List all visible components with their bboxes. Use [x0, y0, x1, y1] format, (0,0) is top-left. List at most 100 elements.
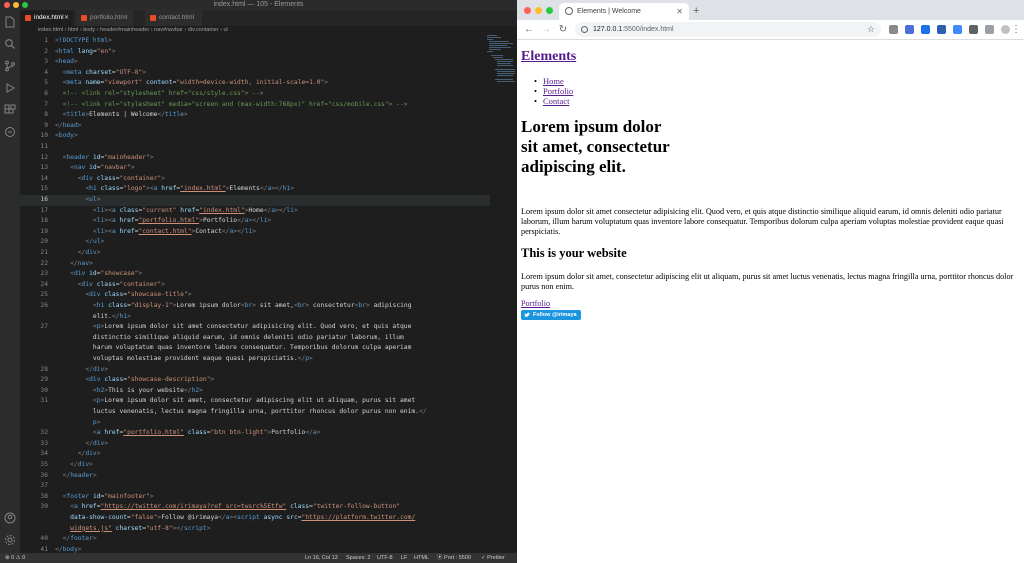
settings-gear-icon[interactable]	[4, 534, 16, 546]
code-line[interactable]: 21 </div>	[20, 248, 490, 259]
code-line[interactable]: 20 </ul>	[20, 237, 490, 248]
account-icon[interactable]	[4, 512, 16, 524]
code-line[interactable]: 13 <nav id="navbar">	[20, 163, 490, 174]
portfolio-link[interactable]: Portfolio	[521, 299, 550, 308]
prettier-status[interactable]: ✓ Prettier	[481, 553, 505, 563]
indentation[interactable]: Spaces: 2	[346, 553, 370, 563]
code-line[interactable]: 22 </nav>	[20, 259, 490, 270]
search-icon[interactable]	[4, 38, 16, 50]
profile-avatar[interactable]	[1001, 25, 1010, 34]
code-line[interactable]: 10 <body>	[20, 131, 490, 142]
bookmark-star-icon[interactable]: ☆	[867, 22, 875, 37]
code-line[interactable]: 26 <h1 class="display-1">Lorem ipsum dol…	[20, 301, 490, 312]
code-line[interactable]: 5 <meta name="viewport" content="width=d…	[20, 78, 490, 89]
code-line[interactable]: 24 <div class="container">	[20, 280, 490, 291]
tab-index-html[interactable]: index.html ✕	[20, 10, 74, 26]
extension-icon[interactable]	[985, 25, 994, 34]
tab-portfolio-html[interactable]: portfolio.html	[76, 10, 134, 26]
code-line[interactable]: 23 <div id="showcase">	[20, 269, 490, 280]
code-line[interactable]: p>	[20, 418, 490, 429]
code-line[interactable]: 4 <meta charset="UTF-8">	[20, 68, 490, 79]
code-line[interactable]: 7 <!-- <link rel="stylesheet" media="scr…	[20, 100, 490, 111]
code-line[interactable]: 12 <header id="mainheader">	[20, 153, 490, 164]
code-line[interactable]: 3 <head>	[20, 57, 490, 68]
extension-icon[interactable]	[953, 25, 962, 34]
new-tab-button[interactable]: +	[693, 2, 699, 20]
code-line[interactable]: 41 </body>	[20, 545, 490, 553]
html5-icon	[150, 15, 156, 21]
code-line[interactable]: elit.</h1>	[20, 312, 490, 323]
minimap[interactable]	[487, 35, 515, 95]
reload-icon[interactable]: ↻	[556, 23, 570, 37]
close-tab-icon[interactable]: ✕	[64, 10, 69, 26]
code-line[interactable]: 37	[20, 481, 490, 492]
remote-explorer-icon[interactable]	[4, 126, 16, 138]
code-line[interactable]: 40 </footer>	[20, 534, 490, 545]
code-line[interactable]: distinctio similique aliquid earum, id o…	[20, 333, 490, 344]
breadcrumb[interactable]: index.html › html › body › header#mainhe…	[20, 26, 517, 35]
code-line[interactable]: 29 <div class="showcase-description">	[20, 375, 490, 386]
code-line[interactable]: 9 </head>	[20, 121, 490, 132]
code-line[interactable]: 25 <div class="showcase-title">	[20, 290, 490, 301]
close-window-button[interactable]	[524, 7, 531, 14]
explorer-icon[interactable]	[4, 16, 16, 28]
nav-link-home[interactable]: Home	[534, 76, 573, 86]
back-arrow-icon[interactable]: ←	[522, 23, 536, 37]
code-line[interactable]: 16 <ul>	[20, 195, 490, 206]
forward-arrow-icon[interactable]: →	[539, 23, 553, 37]
code-line[interactable]: 38 <footer id="mainfooter">	[20, 492, 490, 503]
code-line[interactable]: 18 <li><a href="portfolio.html">Portfoli…	[20, 216, 490, 227]
code-line[interactable]: 27 <p>Lorem ipsum dolor sit amet consect…	[20, 322, 490, 333]
code-line[interactable]: voluptas molestiae provident eaque quasi…	[20, 354, 490, 365]
code-editor[interactable]: 1 <!DOCTYPE html> 2 <html lang="en"> 3 <head>…	[20, 35, 517, 553]
code-line[interactable]: widgets.js" charset="utf-8"></script>	[20, 524, 490, 535]
nav-link-portfolio[interactable]: Portfolio	[534, 86, 573, 96]
code-line[interactable]: 8 <title>Elements | Welcome</title>	[20, 110, 490, 121]
site-logo-link[interactable]: Elements	[521, 49, 576, 65]
code-line[interactable]: 15 <h1 class="logo"><a href="index.html"…	[20, 184, 490, 195]
extension-icon[interactable]	[937, 25, 946, 34]
code-line[interactable]: harum voluptatum quas inventore labore c…	[20, 343, 490, 354]
browser-tab[interactable]: Elements | Welcome ✕	[559, 3, 689, 20]
nav-link-contact[interactable]: Contact	[534, 96, 573, 106]
cursor-position[interactable]: Ln 16, Col 13	[305, 553, 338, 563]
code-line[interactable]: 28 </div>	[20, 365, 490, 376]
code-line[interactable]: 17 <li><a class="current" href="index.ht…	[20, 206, 490, 217]
encoding[interactable]: UTF-8	[377, 553, 393, 563]
extension-icon[interactable]	[905, 25, 914, 34]
code-line[interactable]: 1 <!DOCTYPE html>	[20, 36, 490, 47]
code-line[interactable]: 32 <a href="portfolio.html" class="btn b…	[20, 428, 490, 439]
line-ending[interactable]: LF	[401, 553, 407, 563]
source-control-icon[interactable]	[4, 60, 16, 72]
extensions-puzzle-icon[interactable]	[969, 25, 978, 34]
code-line[interactable]: 35 </div>	[20, 460, 490, 471]
code-line[interactable]: 6 <!-- <link rel="stylesheet" href="css/…	[20, 89, 490, 100]
extensions-icon[interactable]	[4, 104, 16, 116]
tab-contact-html[interactable]: contact.html	[145, 10, 203, 26]
code-line[interactable]: 30 <h2>This is your website</h2>	[20, 386, 490, 397]
code-line[interactable]: 31 <p>Lorem ipsum dolor sit amet, consec…	[20, 396, 490, 407]
code-line[interactable]: 36 </header>	[20, 471, 490, 482]
problems-indicator[interactable]: ⊗ 0 ⚠ 0	[5, 553, 25, 563]
site-info-icon[interactable]	[581, 26, 588, 33]
language-mode[interactable]: HTML	[414, 553, 429, 563]
code-line[interactable]: 11	[20, 142, 490, 153]
close-tab-icon[interactable]: ✕	[676, 3, 683, 20]
minimize-window-button[interactable]	[535, 7, 542, 14]
address-bar[interactable]: 127.0.0.1:5500/index.html ☆	[575, 22, 881, 37]
run-debug-icon[interactable]	[4, 82, 16, 94]
extension-icon[interactable]	[921, 25, 930, 34]
live-server-port[interactable]: ⦿ Port : 5500	[437, 553, 471, 563]
extension-icon[interactable]	[889, 25, 898, 34]
code-line[interactable]: 33 </div>	[20, 439, 490, 450]
menu-kebab-icon[interactable]: ⋮	[1011, 23, 1021, 37]
code-line[interactable]: data-show-count="false">Follow @irimaya<…	[20, 513, 490, 524]
maximize-window-button[interactable]	[546, 7, 553, 14]
code-line[interactable]: 19 <li><a href="contact.html">Contact</a…	[20, 227, 490, 238]
code-line[interactable]: 14 <div class="container">	[20, 174, 490, 185]
twitter-follow-button[interactable]: Follow @irimaya	[521, 310, 581, 320]
code-line[interactable]: 34 </div>	[20, 449, 490, 460]
code-line[interactable]: 2 <html lang="en">	[20, 47, 490, 58]
code-line[interactable]: 39 <a href="https://twitter.com/irimaya?…	[20, 502, 490, 513]
code-line[interactable]: luctus venenatis, lectus magna fringilla…	[20, 407, 490, 418]
